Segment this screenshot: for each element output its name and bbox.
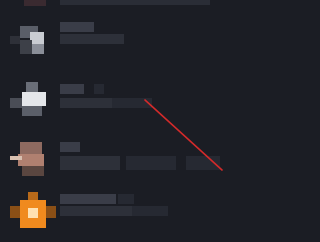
list-item-partial[interactable] <box>0 0 320 10</box>
pixelated-text-line <box>126 156 176 170</box>
thumbnail-image <box>24 0 46 6</box>
item-text-block <box>60 194 310 236</box>
pixelated-text-line <box>118 194 134 204</box>
thumbnail-image <box>10 192 56 236</box>
pixelated-text-line <box>60 206 132 216</box>
thumbnail-image <box>10 76 56 120</box>
pixelated-text-line <box>60 156 120 170</box>
pixelated-text-line <box>60 34 124 44</box>
thumbnail-image <box>10 18 56 62</box>
pixelated-text-line <box>94 84 104 94</box>
item-text-block <box>60 78 310 120</box>
list-item[interactable] <box>0 126 320 184</box>
list-item[interactable] <box>0 184 320 242</box>
item-text-block <box>60 20 310 62</box>
pixelated-text-line <box>132 206 168 216</box>
content-list <box>0 10 320 242</box>
thumbnail-image <box>10 134 56 178</box>
list-item[interactable] <box>0 10 320 68</box>
pixelated-text-line <box>60 0 210 5</box>
pixelated-text-line <box>112 98 152 108</box>
pixelated-text-line <box>60 22 94 32</box>
pixelated-text-line <box>60 142 80 152</box>
pixelated-text-line <box>186 156 220 170</box>
pixelated-text-line <box>60 98 112 108</box>
pixelated-text-line <box>60 84 84 94</box>
pixelated-text-line <box>60 194 116 204</box>
list-item[interactable] <box>0 68 320 126</box>
app-screen <box>0 0 320 240</box>
item-text-block <box>60 136 310 178</box>
